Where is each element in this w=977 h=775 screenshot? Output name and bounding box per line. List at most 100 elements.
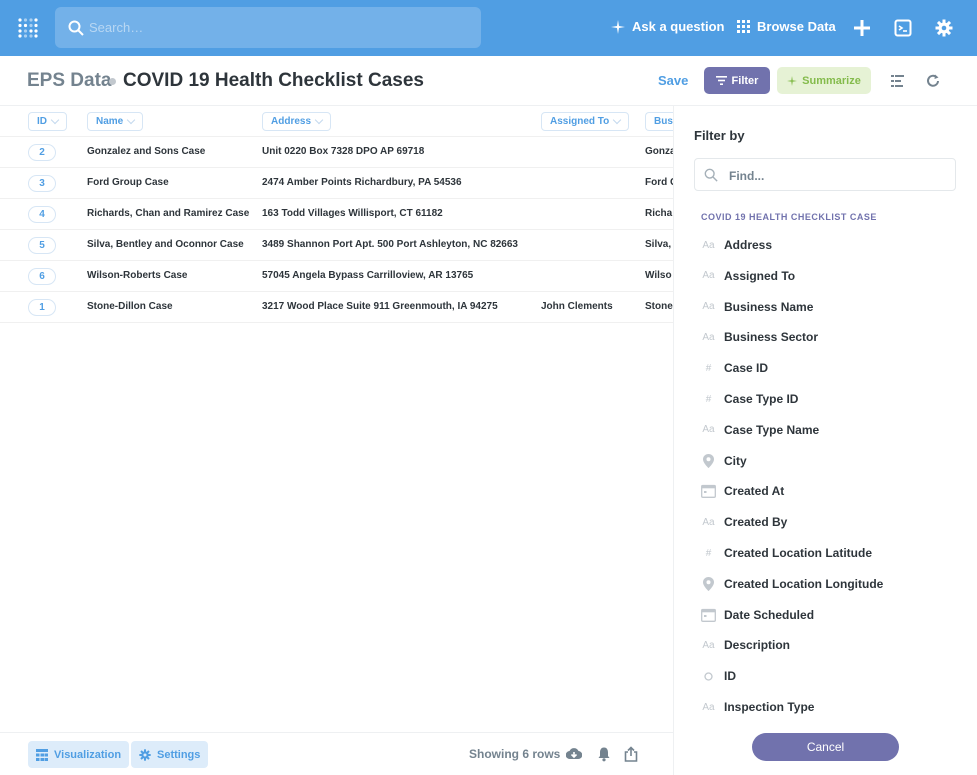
notebook-editor-icon[interactable] xyxy=(891,74,905,88)
download-icon[interactable] xyxy=(566,746,582,762)
sparkle-icon xyxy=(787,75,798,86)
filter-field-label: Business Name xyxy=(724,299,814,314)
row-id[interactable]: 5 xyxy=(28,237,56,254)
filter-field-label: Created Location Latitude xyxy=(724,546,873,560)
filter-field-label: Address xyxy=(724,238,773,252)
summarize-label: Summarize xyxy=(802,74,861,87)
filter-field-item[interactable]: City xyxy=(700,449,747,473)
table-row[interactable]: 4 Richards, Chan and Ramirez Case 163 To… xyxy=(0,199,673,230)
cell-address: 3217 Wood Place Suite 911 Greenmouth, IA… xyxy=(262,301,498,312)
cell-address: 2474 Amber Points Richardbury, PA 54536 xyxy=(262,177,462,188)
search-placeholder: Search… xyxy=(89,20,144,35)
gear-icon xyxy=(139,748,151,761)
table-row[interactable]: 1 Stone-Dillon Case 3217 Wood Place Suit… xyxy=(0,292,673,323)
filter-field-item[interactable]: Aa Assigned To xyxy=(700,264,795,288)
number-type-icon: # xyxy=(705,547,712,559)
cell-assigned-to: John Clements xyxy=(541,301,613,312)
text-type-icon: Aa xyxy=(702,301,715,313)
save-button[interactable]: Save xyxy=(658,73,688,88)
filter-field-item[interactable]: # Case ID xyxy=(700,356,768,380)
row-id[interactable]: 2 xyxy=(28,144,56,161)
row-id[interactable]: 1 xyxy=(28,299,56,316)
cell-name: Silva, Bentley and Oconnor Case xyxy=(87,239,244,250)
gear-icon[interactable] xyxy=(935,19,953,37)
filter-field-item[interactable]: Aa Description xyxy=(700,633,790,657)
filter-field-label: Date Scheduled xyxy=(724,607,815,622)
cell-address: 57045 Angela Bypass Carrilloview, AR 137… xyxy=(262,270,474,281)
filter-field-label: Business Sector xyxy=(724,330,819,345)
global-search-input[interactable]: Search… xyxy=(55,7,481,48)
filter-field-label: Created Location Longitude xyxy=(724,576,884,591)
question-header: EPS Data COVID 19 Health Checklist Cases… xyxy=(0,56,977,106)
filter-field-item[interactable]: Aa Business Sector xyxy=(700,325,818,349)
chevron-down-icon xyxy=(127,115,136,125)
cell-name: Stone-Dillon Case xyxy=(87,301,173,312)
row-id[interactable]: 6 xyxy=(28,268,56,285)
ask-question-label: Ask a question xyxy=(632,19,725,34)
table-header-row: ID Name Address Assigned To Busi xyxy=(0,106,673,137)
sql-editor-icon[interactable] xyxy=(894,19,912,37)
settings-label: Settings xyxy=(157,748,201,761)
summarize-button[interactable]: Summarize xyxy=(777,67,871,94)
filter-field-item[interactable]: Date Scheduled xyxy=(700,603,814,627)
table-row[interactable]: 2 Gonzalez and Sons Case Unit 0220 Box 7… xyxy=(0,137,673,168)
row-id[interactable]: 3 xyxy=(28,175,56,192)
field-search-placeholder: Find... xyxy=(729,169,765,183)
field-search-input[interactable]: Find... xyxy=(694,158,956,191)
column-header-business[interactable]: Busi xyxy=(645,112,673,131)
filter-field-item[interactable]: Aa Created By xyxy=(700,510,787,534)
filter-icon xyxy=(715,76,727,85)
cancel-button[interactable]: Cancel xyxy=(752,733,899,761)
column-header-id[interactable]: ID xyxy=(28,112,67,131)
browse-data-button[interactable]: Browse Data xyxy=(737,19,836,34)
filter-field-item[interactable]: # Case Type ID xyxy=(700,387,799,411)
filter-field-item[interactable]: Aa Inspection Type xyxy=(700,695,814,719)
calendar-icon xyxy=(700,484,717,499)
cell-name: Richards, Chan and Ramirez Case xyxy=(87,208,250,219)
column-header-label: Assigned To xyxy=(550,116,610,127)
visualization-button[interactable]: Visualization xyxy=(28,741,130,768)
column-header-assigned-to[interactable]: Assigned To xyxy=(541,112,630,131)
filter-field-item[interactable]: Aa Business Name xyxy=(700,295,813,319)
filter-button[interactable]: Filter xyxy=(704,67,770,94)
page-title: COVID 19 Health Checklist Cases xyxy=(123,70,424,91)
table-row[interactable]: 6 Wilson-Roberts Case 57045 Angela Bypas… xyxy=(0,261,673,292)
share-icon[interactable] xyxy=(623,746,639,762)
row-id[interactable]: 4 xyxy=(28,206,56,223)
table-section-heading: COVID 19 HEALTH CHECKLIST CASE xyxy=(701,212,877,222)
results-table: ID Name Address Assigned To Busi 2 Gonza… xyxy=(0,106,673,732)
cell-name: Gonzalez and Sons Case xyxy=(87,146,206,157)
visualization-label: Visualization xyxy=(54,748,122,761)
filter-field-item[interactable]: ID xyxy=(700,664,736,688)
filter-label: Filter xyxy=(731,74,759,87)
column-header-address[interactable]: Address xyxy=(262,112,332,131)
text-type-icon: Aa xyxy=(702,639,715,651)
cell-address: Unit 0220 Box 7328 DPO AP 69718 xyxy=(262,146,425,157)
filter-field-label: Description xyxy=(724,638,791,653)
number-type-icon: # xyxy=(705,362,712,374)
filter-field-item[interactable]: # Created Location Latitude xyxy=(700,541,872,565)
ask-question-button[interactable]: Ask a question xyxy=(611,19,724,34)
bell-icon[interactable] xyxy=(596,746,612,762)
cell-business: Gonza xyxy=(645,146,673,157)
filter-field-item[interactable]: Aa Address xyxy=(700,233,772,257)
filter-field-label: Inspection Type xyxy=(724,700,815,714)
add-new-icon[interactable] xyxy=(853,19,871,37)
table-row[interactable]: 5 Silva, Bentley and Oconnor Case 3489 S… xyxy=(0,230,673,261)
filter-field-item[interactable]: Aa Case Type Name xyxy=(700,418,819,442)
cell-business: Richa xyxy=(645,208,673,219)
column-header-name[interactable]: Name xyxy=(87,112,144,131)
metabase-logo-icon[interactable] xyxy=(16,16,40,40)
breadcrumb-separator xyxy=(109,78,116,85)
breadcrumb-database[interactable]: EPS Data xyxy=(27,70,111,92)
top-nav-bar: Search… Ask a question Browse Data xyxy=(0,0,977,56)
location-pin-icon xyxy=(700,453,717,468)
filter-field-item[interactable]: Created Location Longitude xyxy=(700,572,883,596)
refresh-icon[interactable] xyxy=(926,74,940,88)
filter-sidebar: Filter by Find... COVID 19 HEALTH CHECKL… xyxy=(673,106,977,775)
search-icon xyxy=(704,168,718,182)
table-row[interactable]: 3 Ford Group Case 2474 Amber Points Rich… xyxy=(0,168,673,199)
filter-field-label: Assigned To xyxy=(724,268,796,283)
settings-button[interactable]: Settings xyxy=(131,741,209,768)
filter-field-item[interactable]: Created At xyxy=(700,479,784,503)
